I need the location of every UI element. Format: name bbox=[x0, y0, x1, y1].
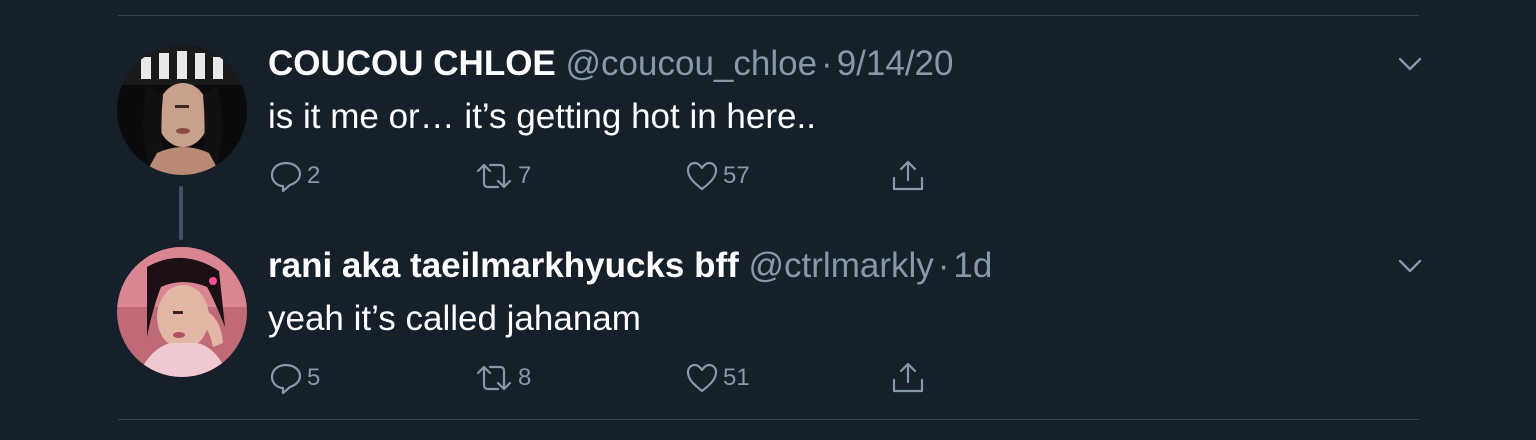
handle[interactable]: @ctrlmarkly bbox=[749, 246, 934, 285]
reply-button[interactable]: 5 bbox=[269, 360, 320, 396]
separator: · bbox=[937, 246, 950, 285]
avatar[interactable] bbox=[117, 45, 247, 175]
tweet-header: rani aka taeilmarkhyucks bff @ctrlmarkly… bbox=[268, 246, 992, 286]
timestamp[interactable]: 9/14/20 bbox=[837, 44, 954, 83]
share-icon bbox=[890, 158, 926, 194]
display-name[interactable]: rani aka taeilmarkhyucks bff bbox=[268, 246, 739, 285]
share-icon bbox=[890, 360, 926, 396]
retweet-count: 7 bbox=[518, 162, 532, 189]
handle[interactable]: @coucou_chloe bbox=[566, 44, 818, 83]
tweet-thread: COUCOU CHLOE @coucou_chloe · 9/14/20 is it… bbox=[0, 0, 1536, 440]
heart-icon bbox=[685, 159, 719, 193]
separator: · bbox=[821, 44, 833, 83]
retweet-icon bbox=[474, 159, 514, 193]
reply-button[interactable]: 2 bbox=[269, 158, 320, 194]
tweet-header: COUCOU CHLOE @coucou_chloe · 9/14/20 bbox=[268, 44, 953, 84]
reply-icon bbox=[269, 159, 303, 193]
share-button[interactable] bbox=[890, 158, 926, 194]
reply-icon bbox=[269, 361, 303, 395]
bottom-divider bbox=[118, 419, 1419, 420]
avatar[interactable] bbox=[117, 247, 247, 377]
tweet-text: yeah it’s called jahanam bbox=[268, 299, 641, 338]
timestamp[interactable]: 1d bbox=[953, 246, 992, 285]
share-button[interactable] bbox=[890, 360, 926, 396]
reply-count: 5 bbox=[307, 364, 321, 391]
top-divider bbox=[118, 15, 1419, 16]
reply-count: 2 bbox=[307, 162, 321, 189]
like-count: 57 bbox=[723, 162, 750, 189]
tweet-text: is it me or… it’s getting hot in here.. bbox=[268, 97, 816, 136]
retweet-button[interactable]: 8 bbox=[474, 360, 531, 396]
thread-connector bbox=[179, 186, 183, 240]
chevron-down-icon[interactable] bbox=[1394, 52, 1426, 76]
like-button[interactable]: 57 bbox=[685, 158, 750, 194]
like-count: 51 bbox=[723, 364, 750, 391]
chevron-down-icon[interactable] bbox=[1394, 254, 1426, 278]
retweet-count: 8 bbox=[518, 364, 532, 391]
heart-icon bbox=[685, 361, 719, 395]
display-name[interactable]: COUCOU CHLOE bbox=[268, 44, 556, 83]
retweet-button[interactable]: 7 bbox=[474, 158, 531, 194]
like-button[interactable]: 51 bbox=[685, 360, 750, 396]
retweet-icon bbox=[474, 361, 514, 395]
